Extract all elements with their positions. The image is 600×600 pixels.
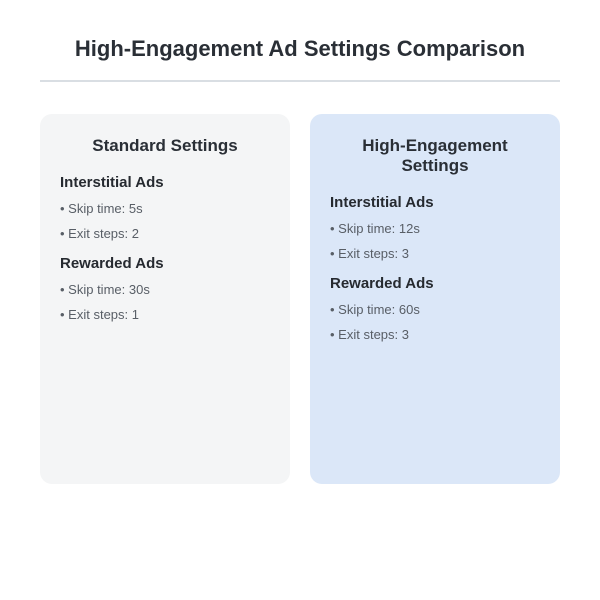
standard-rewarded-block: Rewarded Ads Skip time: 30s Exit steps: … (60, 255, 270, 322)
section-title: Interstitial Ads (330, 194, 540, 211)
high-rewarded-block: Rewarded Ads Skip time: 60s Exit steps: … (330, 275, 540, 342)
setting-item: Skip time: 12s (330, 221, 540, 236)
card-high-title: High-Engagement Settings (330, 136, 540, 176)
comparison-page: High-Engagement Ad Settings Comparison S… (0, 0, 600, 504)
section-title: Rewarded Ads (60, 255, 270, 272)
setting-item: Exit steps: 3 (330, 327, 540, 342)
section-title: Rewarded Ads (330, 275, 540, 292)
high-interstitial-block: Interstitial Ads Skip time: 12s Exit ste… (330, 194, 540, 261)
card-high-engagement: High-Engagement Settings Interstitial Ad… (310, 114, 560, 484)
comparison-columns: Standard Settings Interstitial Ads Skip … (40, 114, 560, 484)
card-standard-title: Standard Settings (60, 136, 270, 156)
setting-item: Exit steps: 2 (60, 226, 270, 241)
setting-item: Exit steps: 3 (330, 246, 540, 261)
standard-interstitial-block: Interstitial Ads Skip time: 5s Exit step… (60, 174, 270, 241)
setting-item: Skip time: 60s (330, 302, 540, 317)
page-title: High-Engagement Ad Settings Comparison (40, 36, 560, 82)
setting-item: Skip time: 5s (60, 201, 270, 216)
card-standard: Standard Settings Interstitial Ads Skip … (40, 114, 290, 484)
section-title: Interstitial Ads (60, 174, 270, 191)
setting-item: Skip time: 30s (60, 282, 270, 297)
setting-item: Exit steps: 1 (60, 307, 270, 322)
